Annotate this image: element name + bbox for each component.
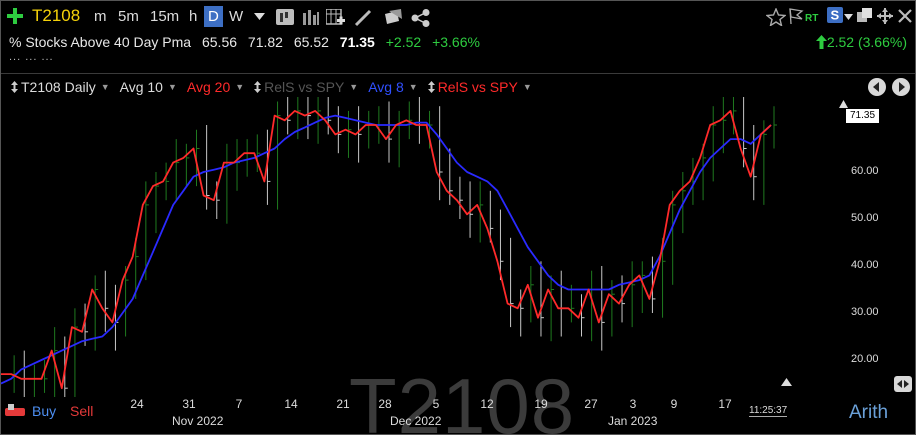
legend-avg10-dropdown-icon[interactable]: ▼ bbox=[168, 82, 177, 92]
x-tick-label: 9 bbox=[670, 397, 678, 411]
legend-avg8-label: Avg 8 bbox=[368, 79, 404, 95]
expand-axis-icon[interactable] bbox=[894, 376, 912, 392]
star-favorite-icon[interactable] bbox=[766, 8, 786, 26]
trade-icon[interactable] bbox=[5, 404, 25, 418]
pencil-draw-icon[interactable] bbox=[354, 9, 372, 27]
move-window-icon[interactable] bbox=[877, 8, 893, 24]
change-summary: 2.52 (3.66%) bbox=[815, 34, 907, 50]
x-tick-label: 14 bbox=[284, 397, 298, 411]
price-chart[interactable] bbox=[1, 97, 916, 397]
legend-avg20-dropdown-icon[interactable]: ▼ bbox=[235, 82, 244, 92]
change-value: +2.52 bbox=[385, 34, 422, 50]
buy-button[interactable]: Buy bbox=[32, 403, 56, 419]
x-tick-label: 21 bbox=[336, 397, 350, 411]
legend-main-series[interactable]: T2108 Daily ▼ bbox=[11, 78, 110, 96]
more-fields-dots[interactable]: ... ... ... bbox=[9, 51, 54, 63]
axis-marker-icon bbox=[839, 100, 848, 108]
svg-text:S: S bbox=[831, 8, 840, 23]
x-month-label: Dec 2022 bbox=[390, 414, 442, 428]
scroll-right-icon[interactable] bbox=[891, 77, 911, 97]
add-symbol-icon[interactable] bbox=[7, 8, 23, 24]
chart-type-icon[interactable] bbox=[276, 9, 294, 25]
time-display: 11:25:37 bbox=[749, 405, 788, 417]
studies-icon[interactable] bbox=[326, 9, 345, 26]
settings-s-icon[interactable]: S bbox=[827, 7, 843, 23]
legend-main-dropdown-icon[interactable]: ▼ bbox=[101, 82, 110, 92]
last-value: 71.35 bbox=[339, 34, 375, 50]
flag-icon[interactable] bbox=[788, 8, 804, 24]
copy-window-icon[interactable] bbox=[856, 7, 874, 24]
low-value: 65.52 bbox=[293, 34, 329, 50]
scroll-left-icon[interactable] bbox=[867, 77, 887, 97]
open-value: 65.56 bbox=[201, 34, 238, 50]
x-tick-label: 27 bbox=[584, 397, 598, 411]
high-value: 71.82 bbox=[247, 34, 283, 50]
x-tick-label: 12 bbox=[480, 397, 494, 411]
x-month-label: Jan 2023 bbox=[608, 414, 658, 428]
y-tick-label: 50.00 bbox=[851, 212, 879, 224]
x-tick-label: 5 bbox=[432, 397, 440, 411]
bars-icon[interactable] bbox=[302, 9, 320, 25]
svg-text:RT: RT bbox=[805, 13, 818, 22]
y-tick-label: 40.00 bbox=[851, 259, 879, 271]
timeframe-w[interactable]: W bbox=[229, 7, 243, 27]
y-tick-label: 60.00 bbox=[851, 165, 879, 177]
x-tick-label: 7 bbox=[235, 397, 243, 411]
arith-scale-toggle[interactable]: Arith bbox=[849, 402, 888, 424]
change-percent-value: +3.66% bbox=[432, 34, 480, 50]
x-tick-label: 3 bbox=[629, 397, 637, 411]
legend-avg20[interactable]: Avg 20 ▼ bbox=[187, 78, 244, 96]
legend-rels2-label: RelS vs SPY bbox=[437, 79, 518, 95]
legend-avg10-label: Avg 10 bbox=[119, 79, 163, 95]
legend-main-label: T2108 Daily bbox=[21, 79, 96, 95]
timeframe-15m[interactable]: 15m bbox=[150, 7, 179, 27]
timeframe-m[interactable]: m bbox=[94, 7, 107, 27]
x-tick-label: 19 bbox=[534, 397, 548, 411]
legend-rels2-dropdown-icon[interactable]: ▼ bbox=[523, 82, 532, 92]
close-icon[interactable] bbox=[898, 9, 912, 23]
legend-rels1-label: RelS vs SPY bbox=[264, 79, 345, 95]
updown-arrows-icon bbox=[254, 81, 262, 93]
legend-avg20-label: Avg 20 bbox=[186, 79, 231, 95]
study-legend: T2108 Daily ▼ Avg 10 ▼ Avg 20 ▼ RelS vs SPY… bbox=[11, 78, 532, 96]
instrument-name: % Stocks Above 40 Day Pma bbox=[9, 34, 192, 50]
share-icon[interactable] bbox=[411, 9, 431, 27]
layouts-icon[interactable] bbox=[383, 9, 403, 25]
last-price-flag: 71.35 bbox=[846, 109, 879, 123]
timeframe-d-active[interactable]: D bbox=[204, 6, 223, 27]
legend-rels1-dropdown-icon[interactable]: ▼ bbox=[349, 82, 358, 92]
y-tick-label: 30.00 bbox=[851, 306, 879, 318]
sell-button[interactable]: Sell bbox=[70, 403, 93, 419]
legend-avg10[interactable]: Avg 10 ▼ bbox=[120, 78, 177, 96]
updown-arrows-icon bbox=[11, 81, 18, 93]
x-tick-label: 17 bbox=[718, 397, 732, 411]
chart-window: T2108 m 5m 15m h D W RT S % Stocks Above… bbox=[0, 0, 916, 435]
legend-avg8[interactable]: Avg 8 ▼ bbox=[368, 78, 417, 96]
updown-arrows-icon bbox=[427, 81, 435, 93]
realtime-rt-icon[interactable]: RT bbox=[805, 12, 821, 22]
x-month-label: Nov 2022 bbox=[172, 414, 224, 428]
change-summary-text: 2.52 (3.66%) bbox=[826, 34, 907, 50]
up-arrow-icon bbox=[815, 35, 827, 49]
quote-line: % Stocks Above 40 Day Pma 65.56 71.82 65… bbox=[9, 34, 487, 52]
settings-dropdown-icon[interactable] bbox=[844, 14, 853, 20]
top-toolbar: T2108 m 5m 15m h D W RT S bbox=[1, 1, 915, 33]
collapse-up-icon[interactable] bbox=[781, 378, 792, 386]
timeframe-h[interactable]: h bbox=[189, 7, 197, 27]
x-tick-label: 24 bbox=[130, 397, 144, 411]
legend-avg8-dropdown-icon[interactable]: ▼ bbox=[409, 82, 418, 92]
legend-rels-1[interactable]: RelS vs SPY ▼ bbox=[254, 78, 358, 96]
symbol-label[interactable]: T2108 bbox=[32, 6, 80, 26]
y-tick-label: 20.00 bbox=[851, 353, 879, 365]
divider bbox=[1, 73, 915, 74]
x-tick-label: 31 bbox=[182, 397, 196, 411]
legend-rels-2[interactable]: RelS vs SPY ▼ bbox=[427, 78, 532, 96]
timeframe-dropdown-icon[interactable] bbox=[254, 13, 265, 21]
x-tick-label: 28 bbox=[378, 397, 392, 411]
series-line-avg-8 bbox=[1, 114, 772, 385]
series-line-avg-20 bbox=[1, 109, 772, 390]
timeframe-5m[interactable]: 5m bbox=[118, 7, 139, 27]
